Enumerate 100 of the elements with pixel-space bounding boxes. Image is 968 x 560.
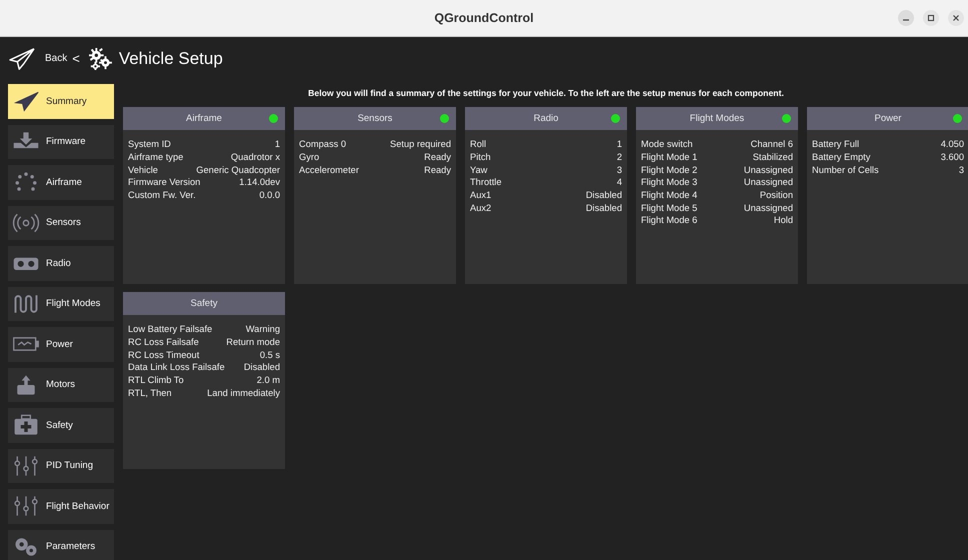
card-header[interactable]: Safety (123, 292, 285, 315)
setting-label: Aux2 (470, 202, 492, 213)
setting-label: Firmware Version (128, 177, 200, 188)
setting-label: RTL Climb To (128, 375, 184, 386)
setting-label: Battery Full (812, 139, 860, 150)
setting-value: Ready (424, 164, 451, 175)
setting-value: 3 (616, 164, 622, 175)
setting-label: Low Battery Failsafe (128, 324, 212, 334)
setting-label: Flight Mode 1 (641, 152, 698, 162)
card-title: Flight Modes (690, 113, 744, 124)
setting-value: Generic Quadcopter (196, 164, 280, 175)
setting-label: Data Link Loss Failsafe (128, 362, 225, 372)
minimize-icon[interactable] (898, 10, 914, 26)
signal-icon (12, 212, 40, 234)
setting-label: Roll (470, 139, 486, 150)
setting-label: Accelerometer (299, 164, 359, 175)
setting-value: Setup required (390, 139, 451, 150)
first-aid-icon (12, 414, 40, 436)
card-header[interactable]: Flight Modes (636, 107, 798, 130)
setting-value: Position (760, 190, 793, 200)
sidebar-item[interactable]: Motors (8, 368, 114, 402)
sidebar-item[interactable]: Parameters (8, 530, 114, 560)
card-header[interactable]: Power (807, 107, 968, 130)
setting-label: Gyro (299, 152, 320, 162)
setting-value: Return mode (226, 337, 280, 348)
setting-label: Aux1 (470, 190, 492, 200)
setting-value: 3.600 (940, 152, 964, 162)
setting-label: RC Loss Timeout (128, 350, 200, 360)
sliders-icon (12, 495, 40, 518)
setting-label: Flight Mode 2 (641, 164, 698, 175)
page-title: Vehicle Setup (118, 48, 223, 68)
setting-label: RTL, Then (128, 388, 172, 398)
gears-icon (88, 48, 112, 70)
wave-icon (12, 292, 40, 315)
card-title: Safety (190, 298, 218, 309)
card-title: Power (874, 113, 902, 124)
card-title: Sensors (358, 113, 392, 124)
setting-value: 4.050 (940, 139, 964, 150)
setting-value: Unassigned (744, 164, 793, 175)
setting-label: Flight Mode 3 (641, 177, 698, 188)
setting-value: Hold (774, 215, 793, 226)
sidebar-item[interactable]: Power (8, 327, 114, 362)
card-header[interactable]: Radio (465, 107, 627, 130)
sidebar-item[interactable]: Sensors (8, 206, 114, 240)
setting-value: 4 (616, 177, 622, 188)
sidebar-item[interactable]: Flight Behavior (8, 489, 114, 524)
setting-value: Disabled (586, 190, 622, 200)
setting-label: Compass 0 (299, 139, 346, 150)
setting-label: Flight Mode 4 (641, 190, 698, 200)
setting-label: Flight Mode 6 (641, 215, 698, 226)
setting-label: Number of Cells (812, 164, 879, 175)
sidebar-item[interactable]: Summary (8, 84, 114, 118)
setting-value: Unassigned (744, 177, 793, 188)
setting-label: Vehicle (128, 164, 158, 175)
sidebar-item[interactable]: Flight Modes (8, 286, 114, 321)
setting-value: Unassigned (744, 202, 793, 213)
setting-value: 0.5 s (260, 350, 280, 360)
setting-value: 3 (958, 164, 964, 175)
setting-label: Pitch (470, 152, 491, 162)
maximize-icon[interactable] (923, 10, 939, 26)
sidebar-item[interactable]: Airframe (8, 165, 114, 200)
setting-value: Quadrotor x (230, 152, 280, 162)
setting-label: Yaw (470, 164, 488, 175)
back-link[interactable]: Back (45, 53, 68, 64)
sidebar-item[interactable]: PID Tuning (8, 448, 114, 483)
setting-value: 1 (274, 139, 280, 150)
setting-label: RC Loss Failsafe (128, 337, 199, 348)
separator: < (72, 51, 80, 66)
setting-value: Warning (246, 324, 280, 334)
summary-intro-text: Below you will find a summary of the settings for your vehicle. To the left are the setup menus for each component. (307, 87, 785, 100)
setting-value: 2 (616, 152, 622, 162)
setting-value: Disabled (586, 202, 622, 213)
setting-value: Channel 6 (750, 139, 793, 150)
sliders-icon (12, 454, 40, 477)
card-header[interactable]: Sensors (294, 107, 456, 130)
card-title: Radio (534, 113, 558, 124)
setting-label: Airframe type (128, 152, 184, 162)
setting-value: 1 (616, 139, 622, 150)
sidebar-item[interactable]: Radio (8, 246, 114, 280)
paper-plane-icon[interactable] (8, 46, 36, 70)
setting-label: Battery Empty (812, 152, 870, 162)
setting-value: Ready (424, 152, 451, 162)
setting-label: System ID (128, 139, 171, 150)
setting-label: Flight Mode 5 (641, 202, 698, 213)
setting-value: 2.0 m (256, 375, 280, 386)
card-header[interactable]: Airframe (123, 107, 285, 130)
setting-value: 0.0.0 (259, 190, 280, 200)
plane-icon (12, 90, 40, 112)
setting-value: Land immediately (207, 388, 280, 398)
setting-label: Throttle (470, 177, 502, 188)
setting-value: Disabled (244, 362, 280, 372)
setting-value: 1.14.0dev (239, 177, 280, 188)
setting-label: Mode switch (641, 139, 693, 150)
window-title: QGroundControl (434, 11, 534, 25)
sidebar-item[interactable]: Safety (8, 408, 114, 442)
setting-label: Custom Fw. Ver. (128, 190, 196, 200)
setting-value: Stabilized (752, 152, 793, 162)
card-title: Airframe (186, 113, 222, 124)
sidebar-item[interactable]: Firmware (8, 124, 114, 159)
close-icon[interactable] (948, 10, 964, 26)
